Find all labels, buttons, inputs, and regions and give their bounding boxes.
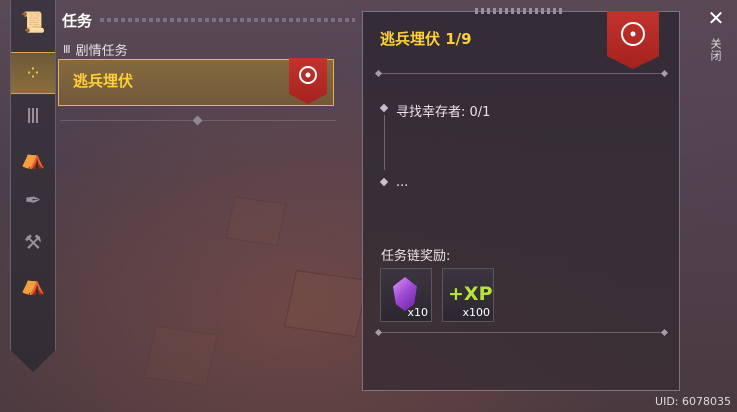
tent-icon: ⛺ [20,272,46,296]
tab-camp[interactable]: ⛺ [11,138,55,178]
reward-gem[interactable]: x10 [380,268,432,322]
reward-xp[interactable]: +XP x100 [442,268,494,322]
tab-feather[interactable]: ✒ [11,180,55,220]
reward-qty: x100 [462,306,490,319]
category-sidebar: 📜 ⁘ Ⅲ ⛺ ✒ ⚒ ⛺ [10,0,56,372]
scene-building [283,269,369,338]
objective-track [384,115,385,170]
tent-icon: ⛺ [20,146,46,170]
list-title: 任务 [62,12,93,30]
pillar-icon: Ⅲ [26,104,40,128]
quest-banner [289,58,327,104]
quest-item-label: 逃兵埋伏 [73,72,134,90]
quest-detail-banner [607,11,659,69]
divider-ornament [192,115,203,126]
axe-icon: ⚒ [24,230,42,254]
close-icon: ✕ [707,6,725,30]
scene-building [225,196,287,246]
reward-qty: x10 [407,306,428,319]
pillar-icon: Ⅲ [63,43,71,56]
rewards-label: 任务链奖励: [381,249,451,264]
category-header: Ⅲ 剧情任务 [63,40,128,59]
uid-label: UID: 6078035 [655,395,731,408]
close-button[interactable]: ✕ [703,6,729,30]
target-icon [621,22,645,46]
tab-scroll[interactable]: 📜 [11,2,55,42]
quest-detail-panel [362,11,680,391]
scene-building [144,325,218,387]
title-rule [378,73,666,74]
scroll-icon: 📜 [20,10,46,34]
target-icon [299,66,317,84]
xp-icon: +XP [448,283,493,305]
objective-text: 寻找幸存者: 0/1 [396,105,491,120]
panel-top-ornament [475,8,563,14]
quest-dots-icon: ⁘ [24,61,42,85]
category-label: 剧情任务 [75,44,128,59]
close-label: 关闭 [709,38,722,62]
quest-list-item[interactable]: 逃兵埋伏 [58,58,334,106]
feather-icon: ✒ [24,188,42,212]
rewards-rule [378,332,666,333]
tab-axe[interactable]: ⚒ [11,222,55,262]
quest-detail-title: 逃兵埋伏 1/9 [380,30,472,48]
tab-camp-2[interactable]: ⛺ [11,264,55,304]
title-divider [100,18,355,22]
objective-text: ... [396,175,409,190]
tab-quest-main[interactable]: ⁘ [11,52,55,94]
tab-story[interactable]: Ⅲ [11,96,55,136]
